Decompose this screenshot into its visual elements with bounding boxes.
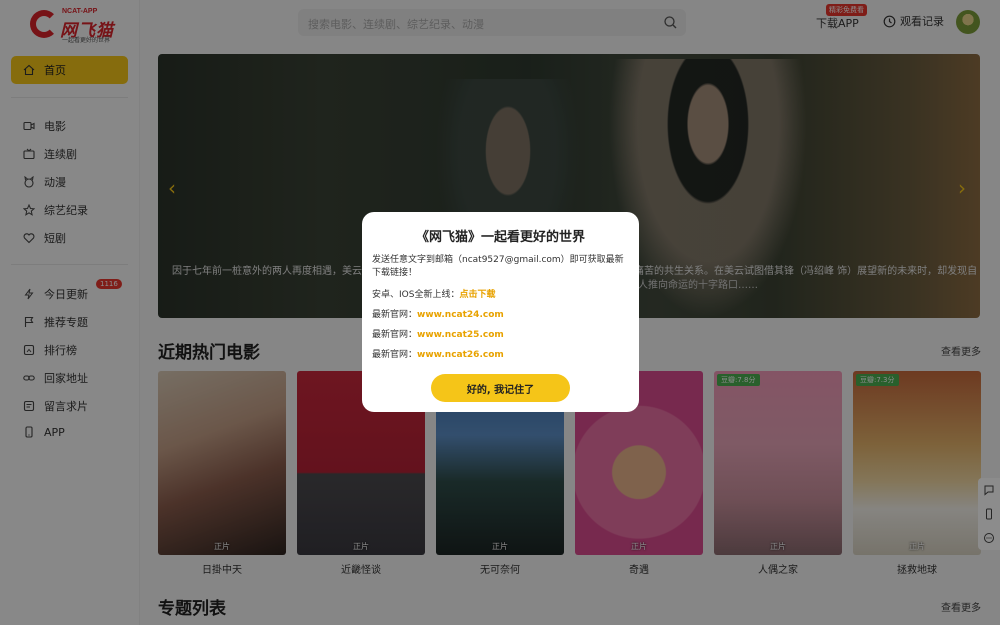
notice-modal: 《网飞猫》一起看更好的世界 发送任意文字到邮箱（ncat9527@gmail.c… <box>362 212 639 412</box>
modal-site-line: 最新官网：www.ncat24.com <box>372 309 630 322</box>
modal-site-line: 最新官网：www.ncat25.com <box>372 329 630 342</box>
site-link[interactable]: www.ncat24.com <box>417 310 504 320</box>
confirm-button[interactable]: 好的, 我记住了 <box>431 374 570 402</box>
modal-email-text: 发送任意文字到邮箱（ncat9527@gmail.com）即可获取最新下载链接！ <box>372 255 624 278</box>
modal-site-prefix: 最新官网： <box>372 310 418 320</box>
modal-site-prefix: 最新官网： <box>372 330 418 340</box>
modal-site-line: 最新官网：www.ncat26.com <box>372 349 630 362</box>
modal-title: 《网飞猫》一起看更好的世界 <box>415 230 585 245</box>
modal-site-prefix: 最新官网： <box>372 350 418 360</box>
download-link[interactable]: 点击下载 <box>459 290 495 300</box>
modal-app-line: 安卓、IOS全新上线：点击下载 <box>372 289 630 302</box>
modal-app-prefix: 安卓、IOS全新上线： <box>372 290 460 300</box>
site-link[interactable]: www.ncat25.com <box>417 330 504 340</box>
site-link[interactable]: www.ncat26.com <box>417 350 504 360</box>
